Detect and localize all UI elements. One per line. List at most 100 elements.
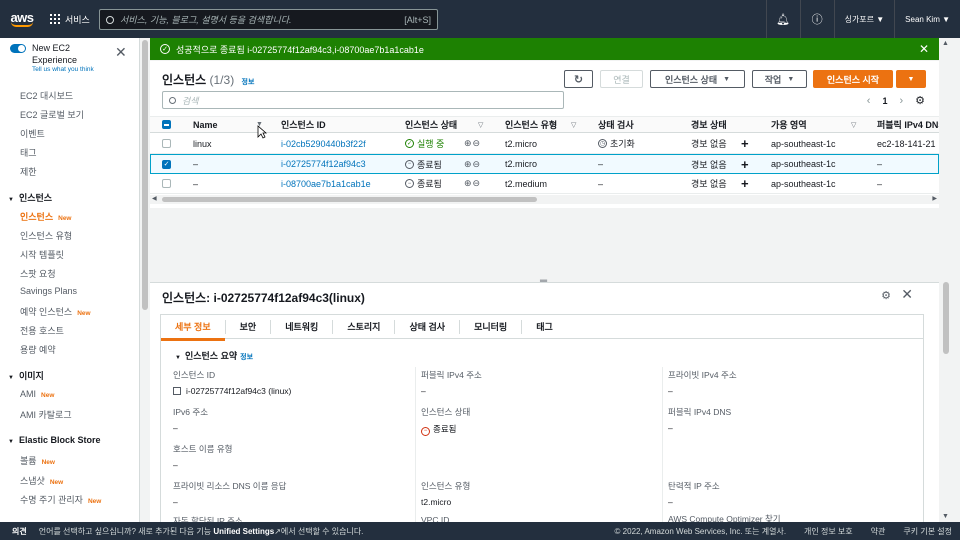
sidebar-item-capacity-reservations[interactable]: 용량 예약 xyxy=(20,343,56,356)
scroll-down-icon[interactable]: ▼ xyxy=(942,513,949,520)
sidebar-item-limits[interactable]: 제한 xyxy=(20,165,37,178)
sidebar-section-images[interactable]: 이미지 xyxy=(8,369,44,382)
sort-icon[interactable]: ▽ xyxy=(478,121,483,129)
sidebar-item-launch-templates[interactable]: 시작 템플릿 xyxy=(20,248,64,261)
table-horizontal-scrollbar[interactable]: ◀ ▶ xyxy=(150,195,939,204)
sidebar-item-spot-requests[interactable]: 스팟 요청 xyxy=(20,267,56,280)
sort-icon[interactable]: ▽ xyxy=(571,121,576,129)
settings-gear-icon[interactable]: ⚙ xyxy=(881,289,891,302)
unified-settings-link[interactable]: Unified Settings xyxy=(213,527,274,536)
instance-id-link[interactable]: i-02725774f12af94c3 xyxy=(281,155,366,173)
row-checkbox[interactable] xyxy=(162,179,171,188)
scrollbar-thumb[interactable] xyxy=(142,40,148,310)
help-icon[interactable]: ⓘ xyxy=(799,0,834,38)
sidebar-item-reserved-instances[interactable]: 예약 인스턴스 New xyxy=(20,305,91,318)
tab-storage[interactable]: 스토리지 xyxy=(333,319,396,334)
zoom-icons[interactable]: ⊕⊖ xyxy=(464,174,481,193)
toggle-switch[interactable] xyxy=(10,44,26,53)
sidebar-item-instance-types[interactable]: 인스턴스 유형 xyxy=(20,229,72,242)
services-menu[interactable]: 서비스 xyxy=(44,13,98,26)
sidebar-item-instances[interactable]: 인스턴스 New xyxy=(20,210,72,223)
instance-summary-header[interactable]: ▼ 인스턴스 요약 정보 xyxy=(175,349,253,362)
sidebar-item-global-view[interactable]: EC2 글로벌 보기 xyxy=(20,108,84,121)
scroll-up-icon[interactable]: ▲ xyxy=(942,40,949,47)
sidebar-item-ami-catalog[interactable]: AMI 카탈로그 xyxy=(20,408,72,421)
select-all-checkbox[interactable] xyxy=(162,120,171,129)
user-menu[interactable]: Sean Kim ▼ xyxy=(894,0,960,38)
tab-security[interactable]: 보안 xyxy=(226,319,272,334)
main-scrollbar[interactable]: ▲ ▼ xyxy=(939,38,960,522)
add-alarm-icon[interactable]: + xyxy=(741,155,749,173)
table-row-selected[interactable]: ✓ – i-02725774f12af94c3 − 종료됨 ⊕⊖ t2.micro… xyxy=(150,154,939,174)
sidebar-item-dedicated-hosts[interactable]: 전용 호스트 xyxy=(20,324,64,337)
zoom-icons[interactable]: ⊕⊖ xyxy=(464,155,481,173)
info-link[interactable]: 정보 xyxy=(242,79,255,86)
sidebar-item-ami[interactable]: AMI New xyxy=(20,389,54,399)
table-row[interactable]: – i-08700ae7b1a1cab1e − 종료됨 ⊕⊖ t2.medium … xyxy=(150,174,939,194)
sidebar-item-events[interactable]: 이벤트 xyxy=(20,127,45,140)
settings-gear-icon[interactable]: ⚙ xyxy=(915,94,925,107)
instance-id-link[interactable]: i-08700ae7b1a1cab1e xyxy=(281,174,371,193)
table-row[interactable]: linux i-02cb5290440b3f22f ✓ 실행 중 ⊕⊖ t2.mi… xyxy=(150,134,939,154)
sidebar-section-ebs[interactable]: Elastic Block Store xyxy=(8,435,101,445)
sidebar-item-volumes[interactable]: 볼륨 New xyxy=(20,454,55,467)
tab-status-checks[interactable]: 상태 검사 xyxy=(395,319,461,334)
launch-dropdown-button[interactable]: ▼ xyxy=(896,70,926,88)
instance-id-link[interactable]: i-02cb5290440b3f22f xyxy=(281,134,366,153)
notifications-icon[interactable]: 🔔︎ xyxy=(765,0,800,38)
sidebar-item-lifecycle-manager[interactable]: 수명 주기 관리자 New xyxy=(20,493,101,506)
row-checkbox[interactable]: ✓ xyxy=(162,159,171,169)
prev-page-icon[interactable]: ‹ xyxy=(867,95,871,107)
new-experience-toggle[interactable]: New EC2 Experience Tell us what you thin… xyxy=(10,42,94,73)
column-instance-state[interactable]: 인스턴스 상태 xyxy=(405,117,457,132)
column-status-check[interactable]: 상태 검사 xyxy=(598,117,634,132)
tab-networking[interactable]: 네트워킹 xyxy=(271,319,334,334)
sidebar-item-snapshots[interactable]: 스냅샷 New xyxy=(20,474,63,487)
sidebar-item-ec2-dashboard[interactable]: EC2 대시보드 xyxy=(20,89,73,102)
column-availability-zone[interactable]: 가용 영역 xyxy=(771,117,807,132)
close-icon[interactable]: ✕ xyxy=(919,42,929,56)
sidebar-item-savings-plans[interactable]: Savings Plans xyxy=(20,286,77,296)
info-link[interactable]: 정보 xyxy=(240,354,253,361)
region-selector[interactable]: 싱가포르 ▼ xyxy=(833,0,895,38)
privacy-link[interactable]: 개인 정보 보호 xyxy=(804,526,853,537)
add-alarm-icon[interactable]: + xyxy=(741,134,749,153)
add-alarm-icon[interactable]: + xyxy=(741,174,749,193)
tab-tags[interactable]: 태그 xyxy=(522,320,567,334)
refresh-button[interactable]: ↻ xyxy=(564,70,593,88)
column-instance-id[interactable]: 인스턴스 ID xyxy=(281,117,326,132)
close-icon[interactable]: ✕ xyxy=(115,44,127,61)
cookie-preferences-link[interactable]: 쿠키 기본 설정 xyxy=(903,526,952,537)
feedback-link[interactable]: 의견 xyxy=(0,526,39,537)
terms-link[interactable]: 약관 xyxy=(871,526,886,537)
connect-button[interactable]: 연결 xyxy=(600,70,643,88)
column-alarm-status[interactable]: 경보 상태 xyxy=(691,117,727,132)
global-search-input[interactable]: 서비스, 기능, 블로그, 설명서 등을 검색합니다. [Alt+S] xyxy=(99,9,438,30)
column-instance-type[interactable]: 인스턴스 유형 xyxy=(505,117,557,132)
sidebar-item-tags[interactable]: 태그 xyxy=(20,146,37,159)
filter-search-input[interactable]: 검색 xyxy=(162,91,564,109)
sort-icon[interactable]: ▽ xyxy=(851,121,856,129)
scrollbar-thumb[interactable] xyxy=(162,197,537,202)
instance-state-button[interactable]: 인스턴스 상태 ▼ xyxy=(650,70,745,88)
aws-logo[interactable]: aws xyxy=(0,0,44,38)
page-number[interactable]: 1 xyxy=(882,96,887,106)
tab-details[interactable]: 세부 정보 xyxy=(161,319,226,341)
actions-button[interactable]: 작업 ▼ xyxy=(752,70,807,88)
copy-icon[interactable] xyxy=(173,387,181,395)
scrollbar-thumb[interactable] xyxy=(943,282,949,354)
column-name[interactable]: Name xyxy=(193,117,218,132)
scroll-right-icon[interactable]: ▶ xyxy=(932,195,937,202)
launch-instances-button[interactable]: 인스턴스 시작 xyxy=(813,70,893,88)
tab-monitoring[interactable]: 모니터링 xyxy=(460,319,523,334)
sidebar-scrollbar[interactable] xyxy=(141,38,149,522)
zoom-icons[interactable]: ⊕⊖ xyxy=(464,134,481,153)
column-public-dns[interactable]: 퍼블릭 IPv4 DNS xyxy=(877,117,944,132)
sidebar-section-instances[interactable]: 인스턴스 xyxy=(8,191,52,204)
refresh-icon: ↻ xyxy=(573,73,584,86)
close-icon[interactable]: ✕ xyxy=(901,286,913,303)
feedback-link[interactable]: Tell us what you think xyxy=(32,66,94,73)
row-checkbox[interactable] xyxy=(162,139,171,148)
next-page-icon[interactable]: › xyxy=(899,95,903,107)
scroll-left-icon[interactable]: ◀ xyxy=(152,195,157,202)
